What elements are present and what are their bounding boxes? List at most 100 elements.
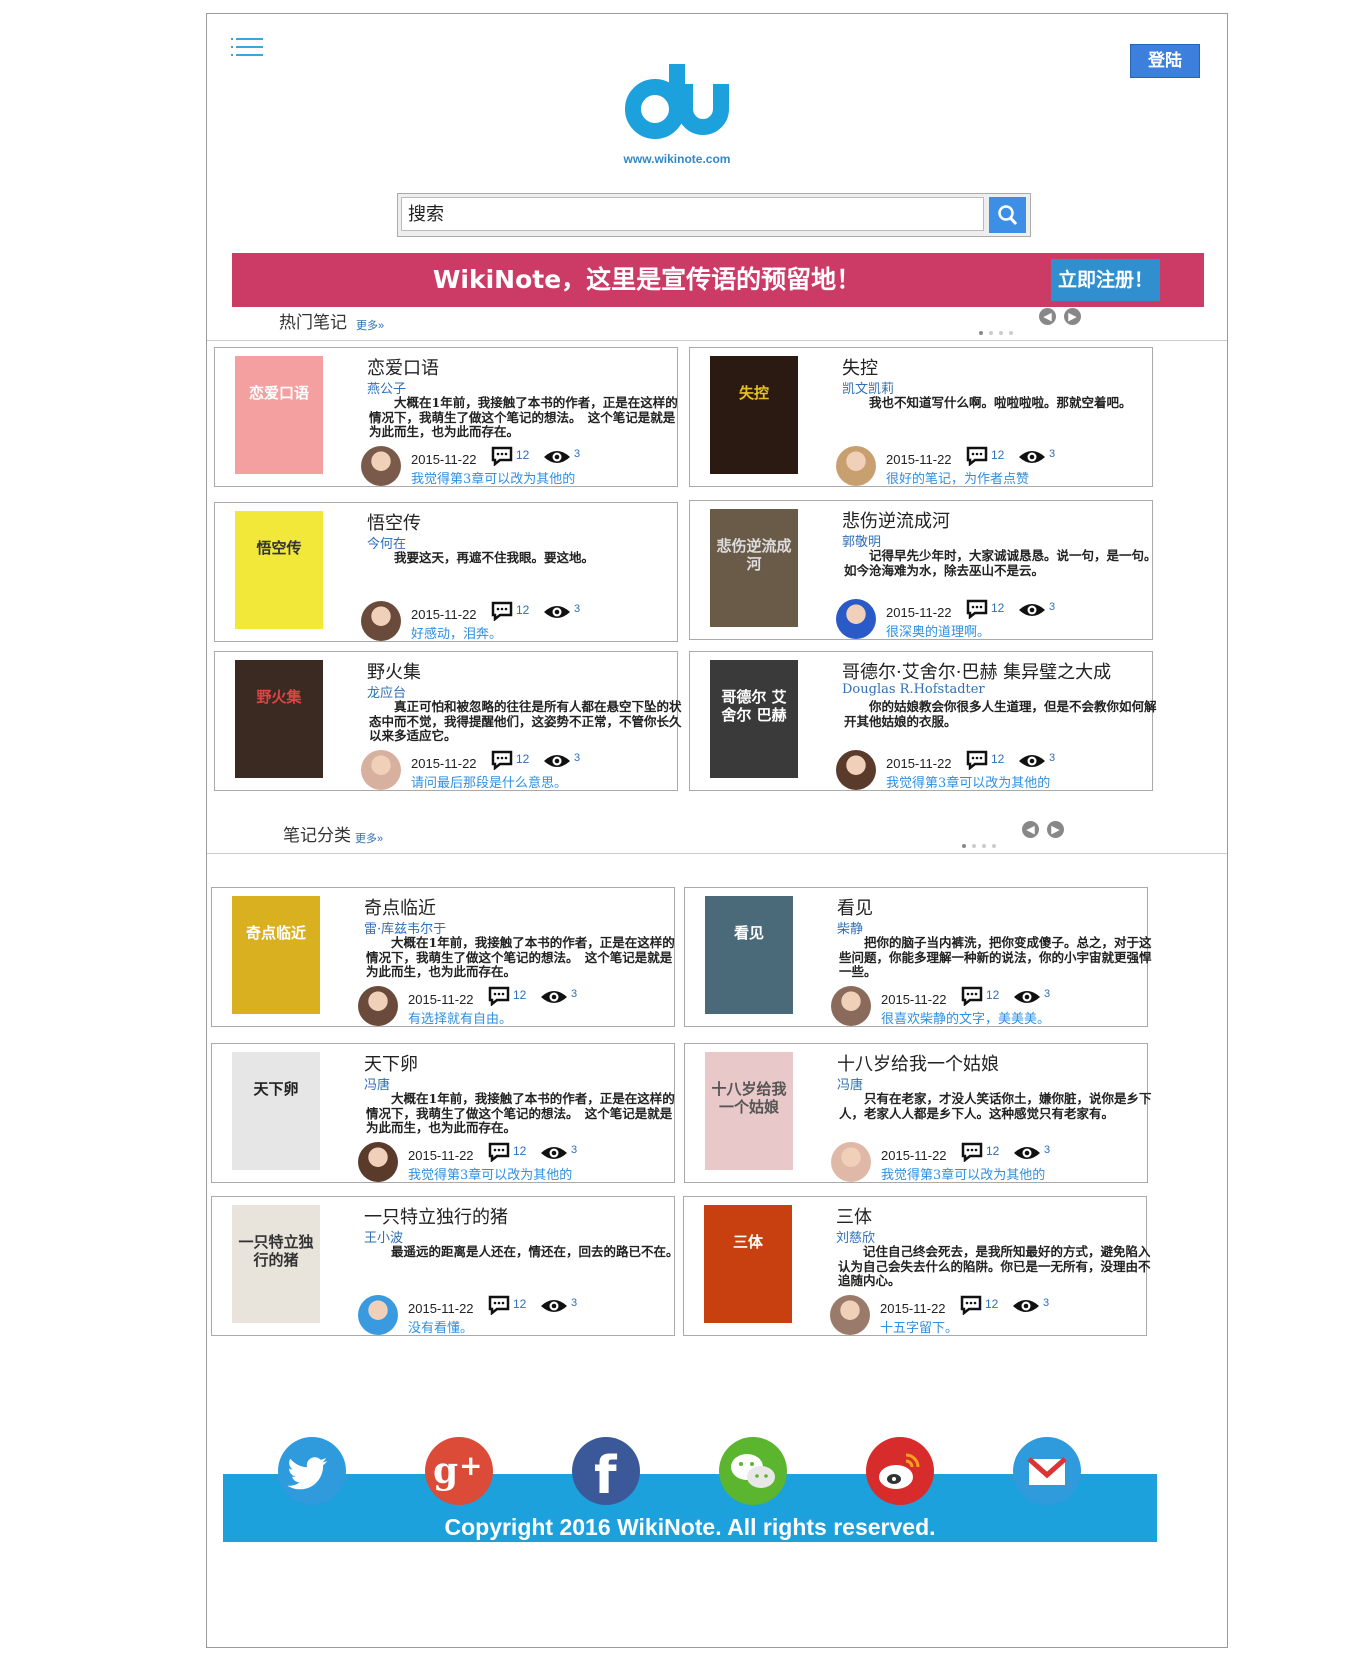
note-card[interactable]: 悟空传 悟空传 今何在 我要这天，再遮不住我眼。要这地。 2015-11-22 12 3 好感… — [214, 502, 678, 642]
comment-icon[interactable] — [966, 599, 988, 620]
site-logo[interactable]: www.wikinote.com — [624, 54, 730, 166]
note-title[interactable]: 悟空传 — [367, 509, 421, 535]
latest-comment[interactable]: 好感动，泪奔。 — [411, 623, 502, 642]
comment-icon[interactable] — [961, 986, 983, 1007]
avatar[interactable] — [361, 750, 401, 790]
note-author[interactable]: 冯唐 — [837, 1074, 863, 1093]
book-cover[interactable]: 悟空传 — [235, 511, 323, 629]
avatar[interactable] — [361, 446, 401, 486]
avatar[interactable] — [836, 750, 876, 790]
latest-comment[interactable]: 很深奥的道理啊。 — [886, 621, 990, 640]
register-button[interactable]: 立即注册！ — [1051, 259, 1160, 301]
note-author[interactable]: Douglas R.Hofstadter — [842, 682, 985, 697]
note-card[interactable]: 十八岁给我一个姑娘 十八岁给我一个姑娘 冯唐 只有在老家，才没人笑话你土，嫌你脏，说你… — [684, 1043, 1152, 1183]
wechat-icon[interactable] — [719, 1437, 787, 1505]
next-arrow-icon[interactable]: ▶ — [1047, 821, 1064, 838]
note-title[interactable]: 三体 — [836, 1203, 872, 1229]
comment-icon[interactable] — [491, 750, 513, 771]
note-title[interactable]: 恋爱口语 — [367, 354, 439, 380]
book-cover[interactable]: 一只特立独行的猪 — [232, 1205, 320, 1323]
note-title[interactable]: 悲伤逆流成河 — [842, 507, 950, 533]
latest-comment[interactable]: 有选择就有自由。 — [408, 1008, 512, 1027]
weibo-icon[interactable] — [866, 1437, 934, 1505]
note-card[interactable]: 看见 看见 柴静 把你的脑子当内裤洗，把你变成傻子。总之，对于这些问题，你能多理解一种… — [684, 887, 1152, 1027]
book-cover[interactable]: 天下卵 — [232, 1052, 320, 1170]
avatar[interactable] — [358, 1295, 398, 1335]
avatar[interactable] — [830, 1295, 870, 1335]
book-cover[interactable]: 悲伤逆流成河 — [710, 509, 798, 627]
note-card[interactable]: 奇点临近 奇点临近 雷·库兹韦尔于 大概在1年前，我接触了本书的作者，正是在这样的情况… — [211, 887, 675, 1027]
book-cover[interactable]: 奇点临近 — [232, 896, 320, 1014]
book-cover[interactable]: 哥德尔 艾舍尔 巴赫 — [710, 660, 798, 778]
note-card[interactable]: 哥德尔 艾舍尔 巴赫 哥德尔·艾舍尔·巴赫 集异璧之大成 Douglas R.Hof… — [689, 651, 1157, 791]
note-card[interactable]: 三体 三体 刘慈欣 记住自己终会死去，是我所知最好的方式，避免陷入认为自己会失去什么的… — [683, 1196, 1151, 1336]
comment-icon[interactable] — [488, 986, 510, 1007]
cover-title: 悟空传 — [256, 539, 302, 557]
book-cover[interactable]: 野火集 — [235, 660, 323, 778]
more-link[interactable]: 更多» — [356, 317, 384, 333]
comment-icon[interactable] — [966, 446, 988, 467]
latest-comment[interactable]: 没有看懂。 — [408, 1317, 473, 1336]
next-arrow-icon[interactable]: ▶ — [1064, 308, 1081, 325]
book-cover[interactable]: 看见 — [705, 896, 793, 1014]
avatar[interactable] — [836, 599, 876, 639]
facebook-icon[interactable]: f — [572, 1437, 640, 1505]
avatar[interactable] — [358, 986, 398, 1026]
note-title[interactable]: 看见 — [837, 894, 873, 920]
note-title[interactable]: 一只特立独行的猪 — [364, 1203, 508, 1229]
comment-icon[interactable] — [966, 750, 988, 771]
copyright-text: Copyright 2016 WikiNote. All rights rese… — [444, 1514, 936, 1540]
latest-comment[interactable]: 我觉得第3章可以改为其他的 — [881, 1164, 1045, 1183]
comment-icon[interactable] — [488, 1295, 510, 1316]
note-card[interactable]: 天下卵 天下卵 冯唐 大概在1年前，我接触了本书的作者，正是在这样的情况下，我萌生了做… — [211, 1043, 675, 1183]
note-card[interactable]: 恋爱口语 恋爱口语 燕公子 大概在1年前，我接触了本书的作者，正是在这样的情况下，我萌… — [214, 347, 678, 487]
note-author[interactable]: 柴静 — [837, 918, 863, 937]
note-title[interactable]: 十八岁给我一个姑娘 — [837, 1050, 999, 1076]
book-cover[interactable]: 恋爱口语 — [235, 356, 323, 474]
carousel-dots[interactable] — [979, 320, 1019, 335]
avatar[interactable] — [361, 601, 401, 641]
avatar[interactable] — [358, 1142, 398, 1182]
comment-icon[interactable] — [960, 1295, 982, 1316]
comment-icon[interactable] — [488, 1142, 510, 1163]
latest-comment[interactable]: 我觉得第3章可以改为其他的 — [408, 1164, 572, 1183]
twitter-icon[interactable] — [278, 1437, 346, 1505]
comment-icon[interactable] — [961, 1142, 983, 1163]
login-button[interactable]: 登陆 — [1130, 44, 1200, 78]
note-author[interactable]: 冯唐 — [364, 1074, 390, 1093]
note-title[interactable]: 奇点临近 — [364, 894, 436, 920]
latest-comment[interactable]: 我觉得第3章可以改为其他的 — [411, 468, 575, 487]
prev-arrow-icon[interactable]: ◀ — [1022, 821, 1039, 838]
carousel-dots[interactable] — [962, 833, 1002, 848]
note-title[interactable]: 天下卵 — [364, 1050, 418, 1076]
comment-icon[interactable] — [491, 601, 513, 622]
note-card[interactable]: 野火集 野火集 龙应台 真正可怕和被忽略的往往是所有人都在悬空下坠的状态中而不觉，我得… — [214, 651, 682, 791]
google-plus-icon[interactable]: g + — [425, 1437, 493, 1505]
mail-icon[interactable] — [1013, 1437, 1081, 1505]
latest-comment[interactable]: 请问最后那段是什么意思。 — [411, 772, 567, 791]
note-card[interactable]: 失控 失控 凯文凯莉 我也不知道写什么啊。啦啦啦啦。那就空着吧。 2015-11-22 1… — [689, 347, 1153, 487]
search-button[interactable] — [989, 197, 1026, 233]
note-card[interactable]: 一只特立独行的猪 一只特立独行的猪 王小波 最遥远的距离是人还在，情还在，回去的路已不… — [211, 1196, 679, 1336]
note-title[interactable]: 失控 — [842, 354, 878, 380]
menu-icon[interactable] — [231, 38, 263, 62]
book-cover[interactable]: 三体 — [704, 1205, 792, 1323]
avatar[interactable] — [831, 986, 871, 1026]
view-count: 3 — [571, 1297, 578, 1309]
note-title[interactable]: 野火集 — [367, 658, 421, 684]
book-cover[interactable]: 失控 — [710, 356, 798, 474]
latest-comment[interactable]: 十五字留下。 — [880, 1317, 958, 1336]
comment-icon[interactable] — [491, 446, 513, 467]
prev-arrow-icon[interactable]: ◀ — [1039, 308, 1056, 325]
avatar[interactable] — [831, 1142, 871, 1182]
note-excerpt: 我要这天，再遮不住我眼。要这地。 — [394, 550, 595, 565]
search-input[interactable] — [401, 197, 984, 231]
book-cover[interactable]: 十八岁给我一个姑娘 — [705, 1052, 793, 1170]
latest-comment[interactable]: 很喜欢柴静的文字，美美美。 — [881, 1008, 1050, 1027]
latest-comment[interactable]: 很好的笔记，为作者点赞 — [886, 468, 1029, 487]
avatar[interactable] — [836, 446, 876, 486]
more-link[interactable]: 更多» — [355, 830, 383, 846]
note-card[interactable]: 悲伤逆流成河 悲伤逆流成河 郭敬明 记得早先少年时，大家诚诚恳恳。说一句，是一句。如今… — [689, 500, 1157, 640]
note-title[interactable]: 哥德尔·艾舍尔·巴赫 集异璧之大成 — [842, 658, 1111, 684]
latest-comment[interactable]: 我觉得第3章可以改为其他的 — [886, 772, 1050, 791]
